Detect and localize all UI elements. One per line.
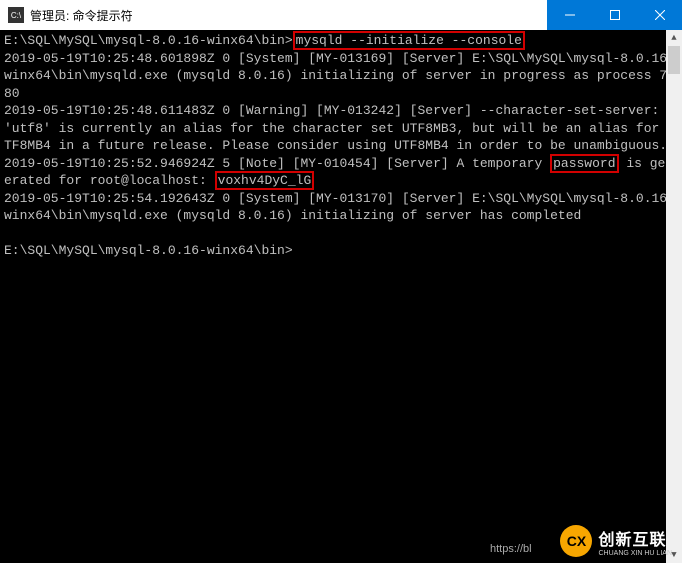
log-line-prefix: 2019-05-19T10:25:52.946924Z 5 [Note] [MY… [4, 156, 550, 171]
watermark-logo-icon: CX [560, 525, 592, 557]
scroll-thumb[interactable] [668, 46, 680, 74]
close-button[interactable] [637, 0, 682, 30]
command-highlight: mysqld --initialize --console [293, 31, 525, 50]
log-line: 2019-05-19T10:25:48.611483Z 0 [Warning] … [4, 103, 675, 153]
password-value-highlight: voxhv4DyC_lG [215, 171, 315, 190]
console-output[interactable]: E:\SQL\MySQL\mysql-8.0.16-winx64\bin>mys… [0, 30, 682, 563]
window-controls [547, 0, 682, 30]
cmd-icon: C:\ [8, 7, 24, 23]
maximize-button[interactable] [592, 0, 637, 30]
log-line: 2019-05-19T10:25:54.192643Z 0 [System] [… [4, 191, 675, 224]
prompt-path: E:\SQL\MySQL\mysql-8.0.16-winx64\bin> [4, 33, 293, 48]
watermark-subtext: CHUANG XIN HU LIAN [598, 550, 672, 557]
watermark-text: 创新互联 [598, 526, 672, 550]
titlebar: C:\ 管理员: 命令提示符 [0, 0, 682, 30]
password-label-highlight: password [550, 154, 618, 173]
log-line: 2019-05-19T10:25:48.601898Z 0 [System] [… [4, 51, 675, 101]
window-title: 管理员: 命令提示符 [30, 7, 133, 24]
url-hint: https://bl [490, 543, 532, 555]
vertical-scrollbar[interactable]: ▲ ▼ [666, 30, 682, 563]
minimize-button[interactable] [547, 0, 592, 30]
watermark: CX 创新互联 CHUANG XIN HU LIAN [560, 525, 672, 557]
prompt-path: E:\SQL\MySQL\mysql-8.0.16-winx64\bin> [4, 243, 293, 258]
scroll-up-icon[interactable]: ▲ [666, 30, 682, 46]
